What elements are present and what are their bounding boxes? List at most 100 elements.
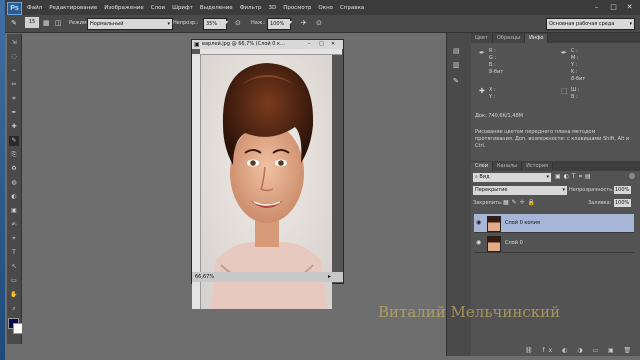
menu-item[interactable]: Шрифт <box>172 5 193 11</box>
lock-icons[interactable]: ▦✎✛🔒 <box>503 199 538 206</box>
panel-tab[interactable]: Слои <box>471 162 493 171</box>
workspace-select[interactable]: Основная рабочая среда ▾ <box>546 18 635 30</box>
airbrush-icon[interactable]: ✈ <box>301 18 307 28</box>
status-bar: 66,67% ▸ <box>192 272 343 282</box>
panel-tab[interactable]: Инфо <box>525 34 549 43</box>
close-icon[interactable]: ✕ <box>624 2 635 12</box>
path-select-icon[interactable]: ↖ <box>9 262 19 272</box>
brush-panel-icon[interactable]: ✎ <box>453 77 459 85</box>
info-label: Ш : <box>571 87 580 93</box>
pressure-size-icon[interactable]: ⊙ <box>316 18 322 28</box>
zoom-readout[interactable]: 66,67% <box>195 274 214 280</box>
options-bar: ✎ 15 ▦ ◫ Режим: Нормальный ▾ Непрозр.: 35… <box>5 15 640 33</box>
layers-footer-icons[interactable]: ⛓ fx ◐ ◑ ▭ ▣ 🗑 <box>525 347 635 354</box>
lasso-tool-icon[interactable]: ⌁ <box>9 66 19 76</box>
layer-name[interactable]: Слой 0 копия <box>505 220 540 226</box>
minimize-icon[interactable]: – <box>591 2 602 12</box>
slice-tool-icon[interactable]: ⌗ <box>9 94 19 104</box>
portrait-image <box>201 55 332 309</box>
visibility-eye-icon[interactable]: ◉ <box>476 239 481 246</box>
history-brush-icon[interactable]: ♻ <box>9 164 19 174</box>
blend-mode-select[interactable]: Нормальный ▾ <box>87 18 173 30</box>
clone-source-icon[interactable]: ◫ <box>55 18 62 28</box>
dropdown-arrow-icon[interactable]: ▾ <box>225 18 228 28</box>
doc-minimize-icon[interactable]: – <box>308 40 311 49</box>
menu-item[interactable]: Окно <box>318 5 333 11</box>
status-menu-icon[interactable]: ▸ <box>328 273 331 280</box>
info-label: R : <box>489 48 496 54</box>
fill-input[interactable]: 100% <box>614 199 631 207</box>
info-label: 8-бит <box>571 76 586 82</box>
eyedropper-icon: ✒ <box>479 49 485 57</box>
main-menu: Файл Редактирование Изображение Слои Шрифт Вы… <box>27 0 364 15</box>
info-label: X : <box>489 87 496 93</box>
type-tool-icon[interactable]: T <box>9 248 19 258</box>
layer-filter-icons[interactable]: ▣◐T⌗▤ <box>555 173 594 181</box>
menu-item[interactable]: Изображение <box>104 5 144 11</box>
properties-panel-icon[interactable]: ▥ <box>453 61 460 69</box>
dropdown-arrow-icon[interactable]: ▾ <box>289 18 292 28</box>
marquee-tool-icon[interactable]: ◌ <box>9 52 19 62</box>
menu-item[interactable]: Редактирование <box>49 5 97 11</box>
layer-filter-select[interactable]: ⌕ Вид ▾ <box>473 173 551 182</box>
visibility-eye-icon[interactable]: ◉ <box>476 219 481 226</box>
rgb-readout: R :G :B :8-бит <box>489 48 503 76</box>
layer-opacity-input[interactable]: 100% <box>614 186 631 194</box>
menu-item[interactable]: Просмотр <box>283 5 311 11</box>
menu-item[interactable]: Файл <box>27 5 42 11</box>
layer-blend-mode-select[interactable]: Перекрытие ▾ <box>473 186 567 195</box>
menu-bar: Ps Файл Редактирование Изображение Слои Шриф… <box>5 0 640 15</box>
document-title: варлей.jpg @ 66,7% (Слой 0 к... <box>202 41 285 47</box>
photoshop-doc-icon: ▣ <box>194 41 200 48</box>
menu-item[interactable]: Фильтр <box>240 5 262 11</box>
vertical-ruler[interactable] <box>192 54 201 309</box>
eyedropper-tool-icon[interactable]: ✒ <box>9 108 19 118</box>
menu-item[interactable]: Слои <box>151 5 165 11</box>
layer-row[interactable]: ◉ Слой 0 <box>474 234 634 253</box>
opacity-label: Непрозр.: <box>173 20 199 26</box>
healing-tool-icon[interactable]: ✚ <box>9 122 19 132</box>
gradient-tool-icon[interactable]: ◐ <box>9 192 19 202</box>
shape-tool-icon[interactable]: ▭ <box>9 276 19 286</box>
menu-item[interactable]: Справка <box>340 5 364 11</box>
layer-thumbnail <box>487 216 501 232</box>
panel-tab[interactable]: Каналы <box>493 162 523 171</box>
document-window[interactable]: ▣ варлей.jpg @ 66,7% (Слой 0 к... – □ ✕ <box>191 39 344 309</box>
stamp-tool-icon[interactable]: ⎘ <box>9 150 19 160</box>
layer-row[interactable]: ◉ Слой 0 копия <box>474 214 634 233</box>
move-tool-icon[interactable]: ⇲ <box>9 38 19 48</box>
blur-tool-icon[interactable]: ▣ <box>9 206 19 216</box>
eyedropper-icon: ✒ <box>561 49 567 57</box>
filter-toggle[interactable] <box>629 173 635 179</box>
doc-maximize-icon[interactable]: □ <box>319 40 324 49</box>
menu-item[interactable]: Выделение <box>200 5 233 11</box>
portrait-photo[interactable] <box>201 55 332 309</box>
pen-tool-icon[interactable]: ⌖ <box>9 234 19 244</box>
crop-tool-icon[interactable]: ✂ <box>9 80 19 90</box>
panel-tab[interactable]: История <box>522 162 553 171</box>
zoom-tool-icon[interactable]: ⌕ <box>9 304 19 314</box>
panel-tab[interactable]: Образцы <box>492 34 526 43</box>
brush-size-picker[interactable]: 15 <box>25 17 39 28</box>
pressure-opacity-icon[interactable]: ⊙ <box>235 18 241 28</box>
brush-panel-icon[interactable]: ▦ <box>43 18 50 28</box>
history-panel-icon[interactable]: ▤ <box>453 47 460 55</box>
eraser-tool-icon[interactable]: ◍ <box>9 178 19 188</box>
maximize-icon[interactable]: □ <box>608 2 619 12</box>
dodge-tool-icon[interactable]: ✍ <box>9 220 19 230</box>
desktop-strip <box>0 0 5 360</box>
opacity-input[interactable]: 35% <box>203 18 227 30</box>
info-label: G : <box>489 55 497 61</box>
info-label: K : <box>571 69 578 75</box>
info-label: 8-бит <box>489 69 504 75</box>
menu-item[interactable]: 3D <box>268 5 276 11</box>
doc-close-icon[interactable]: ✕ <box>331 40 335 49</box>
brush-tool-icon[interactable]: ✎ <box>9 136 19 146</box>
flow-input[interactable]: 100% <box>267 18 291 30</box>
brush-tool-icon[interactable]: ✎ <box>8 18 20 28</box>
info-label: В : <box>571 94 578 100</box>
hand-tool-icon[interactable]: ✋ <box>9 290 19 300</box>
layer-name[interactable]: Слой 0 <box>505 240 523 246</box>
document-tab[interactable]: ▣ варлей.jpg @ 66,7% (Слой 0 к... – □ ✕ <box>192 40 343 49</box>
panel-tab[interactable]: Цвет <box>471 34 493 43</box>
